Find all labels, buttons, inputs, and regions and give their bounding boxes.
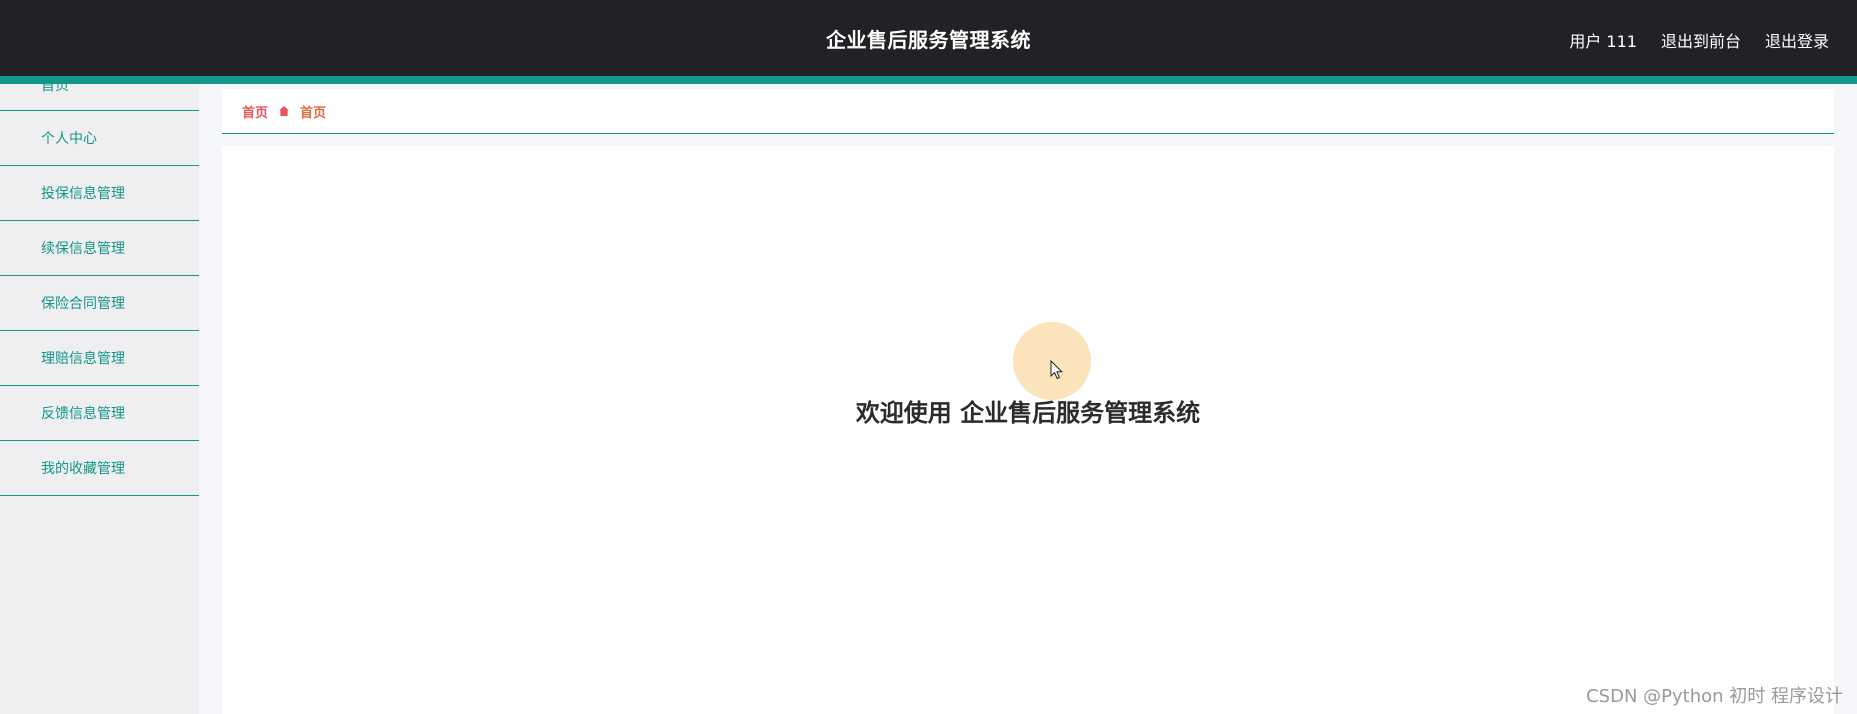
logout-link[interactable]: 退出登录 <box>1765 28 1829 52</box>
sidebar-item-label: 首页 <box>41 84 69 94</box>
back-to-front-link[interactable]: 退出到前台 <box>1661 28 1741 52</box>
breadcrumb-current: 首页 <box>300 105 327 121</box>
sidebar: 首页 个人中心 投保信息管理 续保信息管理 保险合同管理 理赔信息管理 反馈信息… <box>0 84 199 714</box>
sidebar-item-label: 理赔信息管理 <box>41 351 125 367</box>
sidebar-item-personal-center[interactable]: 个人中心 <box>0 111 199 166</box>
mouse-pointer-icon <box>1050 360 1064 380</box>
breadcrumb: 首页 首页 <box>222 89 1834 134</box>
main-content: 欢迎使用 企业售后服务管理系统 <box>222 146 1834 714</box>
sidebar-item-label: 投保信息管理 <box>41 186 125 202</box>
sidebar-item-favorites[interactable]: 我的收藏管理 <box>0 441 199 496</box>
sidebar-item-label: 保险合同管理 <box>41 296 125 312</box>
header-accent-bar <box>0 76 1857 84</box>
top-header: 企业售后服务管理系统 用户 111 退出到前台 退出登录 <box>0 0 1857 76</box>
breadcrumb-home-link[interactable]: 首页 <box>242 102 268 121</box>
header-actions: 用户 111 退出到前台 退出登录 <box>1569 28 1829 52</box>
welcome-message: 欢迎使用 企业售后服务管理系统 <box>855 399 1201 427</box>
home-icon <box>279 106 290 116</box>
sidebar-item-feedback[interactable]: 反馈信息管理 <box>0 386 199 441</box>
sidebar-item-contract[interactable]: 保险合同管理 <box>0 276 199 331</box>
watermark-text: CSDN @Python 初时 程序设计 <box>1586 686 1843 707</box>
sidebar-item-claims[interactable]: 理赔信息管理 <box>0 331 199 386</box>
sidebar-item-insurance-info[interactable]: 投保信息管理 <box>0 166 199 221</box>
user-label[interactable]: 用户 111 <box>1569 28 1637 52</box>
sidebar-item-label: 个人中心 <box>41 131 97 147</box>
sidebar-item-label: 我的收藏管理 <box>41 461 125 477</box>
sidebar-item-renewal-info[interactable]: 续保信息管理 <box>0 221 199 276</box>
sidebar-item-label: 续保信息管理 <box>41 241 125 257</box>
sidebar-item-home[interactable]: 首页 <box>0 84 199 111</box>
sidebar-item-label: 反馈信息管理 <box>41 406 125 422</box>
